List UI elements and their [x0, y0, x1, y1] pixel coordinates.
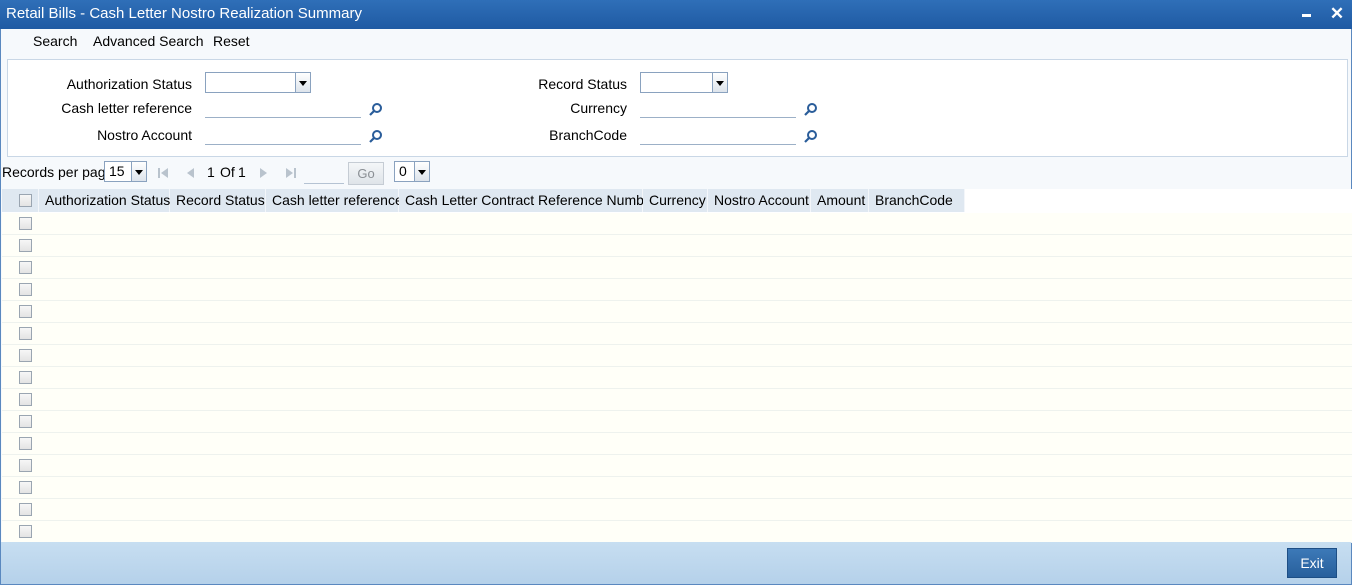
records-per-page-select[interactable]: 15 — [104, 161, 147, 182]
row-checkbox[interactable] — [19, 283, 32, 296]
row-checkbox[interactable] — [19, 393, 32, 406]
table-row[interactable] — [2, 411, 1352, 433]
window-title: Retail Bills - Cash Letter Nostro Realiz… — [6, 5, 362, 22]
row-checkbox[interactable] — [19, 415, 32, 428]
header-filler — [965, 189, 1352, 212]
search-icon[interactable] — [369, 102, 383, 116]
row-checkbox[interactable] — [19, 459, 32, 472]
footer-bar: Exit — [1, 542, 1351, 584]
search-icon[interactable] — [369, 129, 383, 143]
close-icon[interactable]: ✕ — [1327, 4, 1347, 24]
currency-input[interactable] — [640, 98, 796, 118]
search-icon[interactable] — [804, 129, 818, 143]
pagination-bar: Records per page 15 1 Of 1 Go 0 — [1, 159, 1351, 187]
search-icon[interactable] — [804, 102, 818, 116]
column-header[interactable]: Nostro Account — [708, 189, 811, 212]
cash-letter-reference-input[interactable] — [205, 98, 361, 118]
column-header[interactable]: Authorization Status — [39, 189, 170, 212]
authorization-status-label: Authorization Status — [66, 76, 192, 92]
row-checkbox[interactable] — [19, 327, 32, 340]
table-row[interactable] — [2, 345, 1352, 367]
row-checkbox[interactable] — [19, 525, 32, 538]
column-header[interactable]: Currency — [643, 189, 708, 212]
table-row[interactable] — [2, 279, 1352, 301]
toolbar: Search Advanced Search Reset — [1, 29, 1351, 53]
row-checkbox[interactable] — [19, 503, 32, 516]
column-header[interactable]: BranchCode — [869, 189, 965, 212]
row-checkbox[interactable] — [19, 349, 32, 362]
table-row[interactable] — [2, 389, 1352, 411]
first-page-icon[interactable] — [157, 167, 169, 179]
row-checkbox[interactable] — [19, 217, 32, 230]
records-per-page-label: Records per page — [2, 164, 114, 180]
currency-label: Currency — [570, 100, 627, 116]
table-row[interactable] — [2, 367, 1352, 389]
nostro-account-input[interactable] — [205, 125, 361, 145]
previous-page-icon[interactable] — [185, 167, 197, 179]
row-checkbox[interactable] — [19, 239, 32, 252]
row-checkbox[interactable] — [19, 371, 32, 384]
row-checkbox[interactable] — [19, 261, 32, 274]
main-frame: Search Advanced Search Reset Authorizati… — [0, 29, 1352, 585]
exit-button[interactable]: Exit — [1287, 548, 1337, 578]
results-grid: Authorization Status Record Status Cash … — [2, 189, 1352, 543]
row-checkbox[interactable] — [19, 481, 32, 494]
minimize-icon[interactable] — [1297, 4, 1317, 24]
column-header[interactable]: Cash letter reference — [266, 189, 403, 212]
current-page: 1 — [207, 164, 215, 180]
authorization-status-select[interactable] — [205, 72, 311, 93]
title-bar: Retail Bills - Cash Letter Nostro Realiz… — [0, 0, 1352, 29]
chevron-down-icon[interactable] — [712, 73, 727, 92]
next-page-icon[interactable] — [257, 167, 269, 179]
total-pages: 1 — [238, 164, 246, 180]
go-button[interactable]: Go — [348, 162, 384, 185]
table-row[interactable] — [2, 235, 1352, 257]
table-row[interactable] — [2, 521, 1352, 543]
row-checkbox[interactable] — [19, 437, 32, 450]
branch-code-label: BranchCode — [549, 127, 627, 143]
advanced-search-button[interactable]: Advanced Search — [93, 33, 204, 49]
of-label: Of — [220, 164, 235, 180]
row-checkbox[interactable] — [19, 305, 32, 318]
record-status-select[interactable] — [640, 72, 728, 93]
table-row[interactable] — [2, 213, 1352, 235]
select-all-checkbox[interactable] — [19, 194, 32, 207]
last-page-icon[interactable] — [285, 167, 297, 179]
reset-button[interactable]: Reset — [213, 33, 250, 49]
column-header[interactable]: Record Status — [170, 189, 266, 212]
search-panel: Authorization Status Record Status Cash … — [7, 59, 1348, 157]
record-status-label: Record Status — [538, 76, 627, 92]
select-all-cell — [2, 189, 39, 212]
chevron-down-icon[interactable] — [295, 73, 310, 92]
grid-header: Authorization Status Record Status Cash … — [2, 189, 1352, 213]
branch-code-input[interactable] — [640, 125, 796, 145]
table-row[interactable] — [2, 301, 1352, 323]
search-button[interactable]: Search — [33, 33, 77, 49]
cash-letter-reference-label: Cash letter reference — [61, 100, 192, 116]
chevron-down-icon[interactable] — [131, 162, 146, 181]
table-row[interactable] — [2, 477, 1352, 499]
nostro-account-label: Nostro Account — [97, 127, 192, 143]
page-select[interactable]: 0 — [394, 161, 430, 182]
page-number-input[interactable] — [304, 165, 344, 184]
column-header[interactable]: Cash Letter Contract Reference Number — [399, 189, 656, 212]
table-row[interactable] — [2, 499, 1352, 521]
table-row[interactable] — [2, 455, 1352, 477]
table-row[interactable] — [2, 433, 1352, 455]
column-header[interactable]: Amount — [811, 189, 869, 212]
chevron-down-icon[interactable] — [414, 162, 429, 181]
table-row[interactable] — [2, 257, 1352, 279]
table-row[interactable] — [2, 323, 1352, 345]
